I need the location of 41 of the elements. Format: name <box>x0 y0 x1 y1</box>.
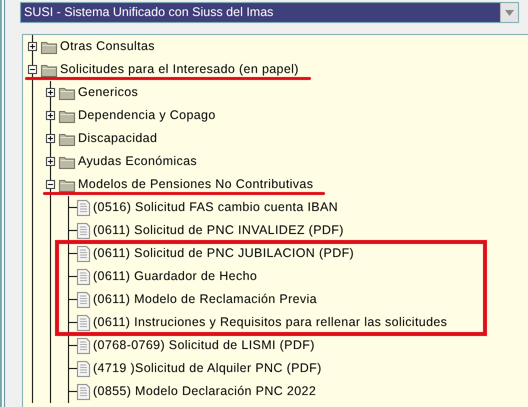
expand-toggle[interactable] <box>46 157 54 166</box>
folder-label[interactable]: Solicitudes para el Interesado (en papel) <box>60 60 299 79</box>
folder-icon <box>41 40 57 54</box>
document-link[interactable]: (0611) Guardador de Hecho <box>93 267 258 286</box>
document-link[interactable]: (0516) Solicitud FAS cambio cuenta IBAN <box>93 198 338 217</box>
folder-label[interactable]: Genericos <box>78 83 138 102</box>
document-link[interactable]: (0855) Modelo Declaración PNC 2022 <box>93 382 316 401</box>
folder-icon <box>59 86 75 100</box>
folder-icon <box>59 154 75 168</box>
folder-icon <box>59 132 75 146</box>
document-link[interactable]: (0611) Modelo de Reclamación Previa <box>93 290 317 309</box>
document-icon <box>77 360 90 376</box>
expand-toggle[interactable] <box>46 134 54 143</box>
document-link[interactable]: (0611) Instruciones y Requisitos para rellenar las solicitudes <box>93 313 448 332</box>
document-link[interactable]: (0611) Solicitud de PNC INVALIDEZ (PDF) <box>93 221 344 240</box>
expand-toggle[interactable] <box>28 42 36 51</box>
document-icon <box>77 314 90 330</box>
document-icon <box>77 246 90 262</box>
folder-icon <box>59 108 75 122</box>
document-icon <box>77 384 90 400</box>
folder-label[interactable]: Discapacidad <box>78 129 158 148</box>
dropdown-arrow-icon <box>505 10 514 16</box>
document-icon <box>77 222 90 238</box>
document-icon <box>77 338 90 354</box>
expand-toggle[interactable] <box>46 88 54 97</box>
folder-icon <box>59 178 75 192</box>
document-link[interactable]: (4719 )Solicitud de Alquiler PNC (PDF) <box>93 359 322 378</box>
expand-toggle[interactable] <box>46 111 54 120</box>
document-icon <box>77 268 90 284</box>
document-link[interactable]: (0768-0769) Solicitud de LISMI (PDF) <box>93 336 315 355</box>
folder-label[interactable]: Dependencia y Copago <box>78 106 216 125</box>
document-icon <box>77 200 90 216</box>
collapse-toggle[interactable] <box>28 65 36 74</box>
collapse-toggle[interactable] <box>46 180 54 189</box>
document-link[interactable]: (0611) Solicitud de PNC JUBILACION (PDF) <box>93 244 354 263</box>
system-dropdown[interactable]: SUSI - Sistema Unificado con Siuss del Imas <box>20 2 519 23</box>
folder-label[interactable]: Otras Consultas <box>60 37 155 56</box>
document-icon <box>77 292 90 308</box>
folder-label[interactable]: Modelos de Pensiones No Contributivas <box>78 175 314 194</box>
folder-label[interactable]: Ayudas Económicas <box>78 152 197 171</box>
folder-icon <box>41 62 57 76</box>
